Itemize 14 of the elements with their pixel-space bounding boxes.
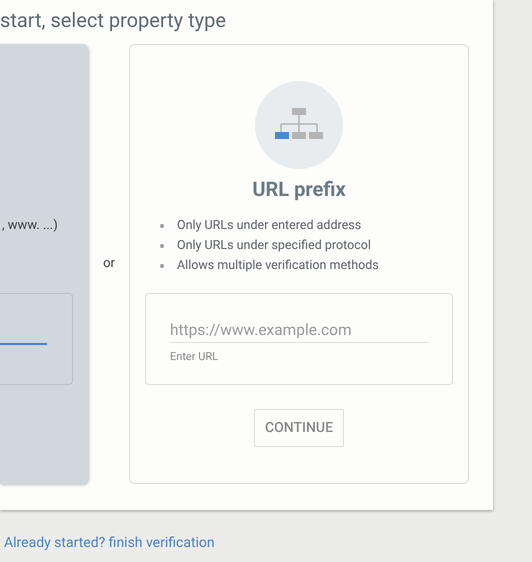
or-separator: or	[103, 255, 115, 274]
domain-input-field[interactable]	[0, 293, 73, 385]
bullet-icon	[160, 244, 164, 248]
card-title: URL prefix	[252, 176, 346, 202]
finish-verification-link[interactable]: Already started? finish verification	[4, 533, 215, 554]
field-helper-text: Enter URL	[170, 349, 220, 365]
feature-text: Allows multiple verification methods	[177, 256, 379, 275]
page-heading: start, select property type	[0, 8, 226, 32]
feature-text: Only URLs under entered address	[177, 216, 362, 235]
feature-text: Only URLs under specified protocol	[177, 236, 371, 255]
bullet-icon	[160, 264, 164, 268]
bullet-icon	[160, 224, 164, 228]
domain-description: , www. ...)	[2, 217, 59, 235]
url-input-field[interactable]: https://www.example.com	[170, 319, 428, 343]
